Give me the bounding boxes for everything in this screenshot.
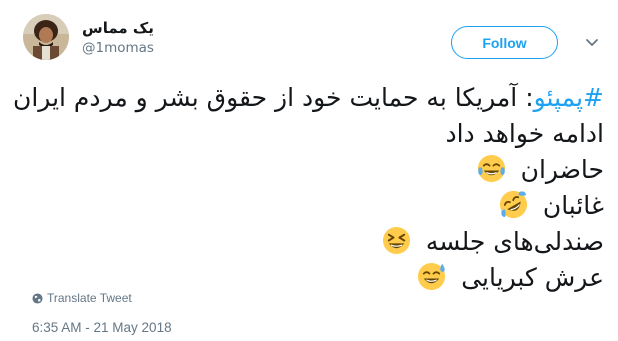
tweet-line: صندلی‌های جلسه bbox=[44, 224, 604, 260]
tweet-line: غائبان bbox=[44, 188, 604, 224]
tweet-timestamp[interactable]: 6:35 AM - 21 May 2018 bbox=[32, 320, 172, 335]
tweet-line-text: ادامه خواهد داد bbox=[445, 119, 604, 148]
hashtag-link[interactable]: #پمپئو bbox=[534, 83, 604, 112]
globe-icon bbox=[32, 292, 43, 304]
tweet-text: #پمپئو: آمریکا به حمایت خود از حقوق بشر … bbox=[13, 80, 604, 296]
tears-of-joy-icon bbox=[476, 153, 507, 184]
follow-button[interactable]: Follow bbox=[451, 26, 558, 59]
tweet-line-text: غائبان bbox=[542, 191, 604, 220]
avatar[interactable] bbox=[23, 14, 69, 60]
tweet-line-text: صندلی‌های جلسه bbox=[425, 227, 604, 256]
translate-tweet-link[interactable]: Translate Tweet bbox=[32, 291, 132, 305]
tweet-line-text: : آمریکا به حمایت خود از حقوق بشر و مردم… bbox=[12, 83, 534, 112]
author-name[interactable]: یک مماس bbox=[82, 19, 154, 37]
tweet-line: ادامه خواهد داد bbox=[44, 116, 604, 152]
tweet-line: حاضران bbox=[44, 152, 604, 188]
grin-sweat-icon bbox=[416, 261, 447, 292]
squinting-grin-icon bbox=[381, 225, 412, 256]
tweet-line-text: عرش کبریایی bbox=[461, 263, 604, 292]
tweet-card: یک مماس @1momas Follow #پمپئو: آمریکا به… bbox=[0, 0, 618, 341]
translate-label: Translate Tweet bbox=[47, 291, 132, 305]
rolling-laughing-icon bbox=[498, 189, 529, 220]
tweet-line-text: حاضران bbox=[520, 155, 604, 184]
tweet-line: #پمپئو: آمریکا به حمایت خود از حقوق بشر … bbox=[13, 80, 604, 116]
author-handle[interactable]: @1momas bbox=[82, 40, 154, 56]
chevron-down-icon[interactable] bbox=[584, 34, 600, 50]
